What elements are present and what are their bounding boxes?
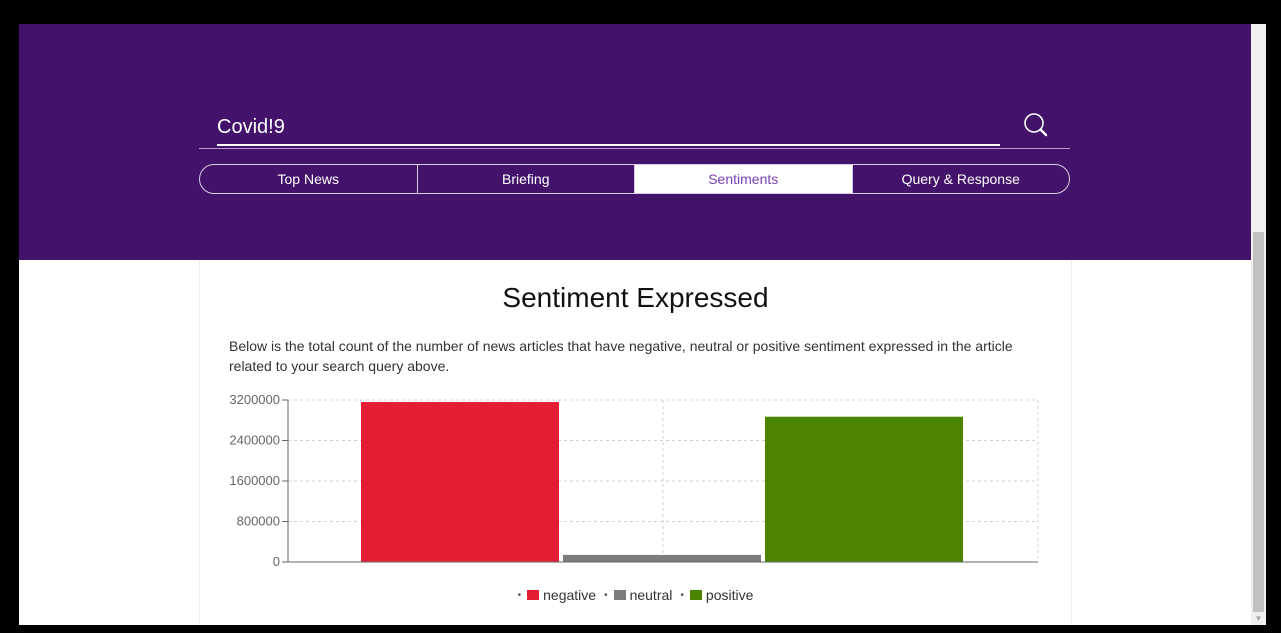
search-icon: [1024, 113, 1048, 137]
bar-positive: [765, 416, 963, 562]
search-input[interactable]: [217, 100, 1000, 146]
y-tick-label: 1600000: [229, 473, 280, 488]
tab-bar: Top News Briefing Sentiments Query & Respon…: [199, 164, 1070, 194]
section-description: Below is the total count of the number o…: [229, 338, 1013, 374]
tab-briefing[interactable]: Briefing: [418, 165, 635, 193]
sentiment-card: Sentiment Expressed Below is the total c…: [199, 260, 1072, 625]
y-tick-label: 800000: [237, 514, 280, 529]
legend-swatch: [613, 590, 626, 600]
legend-item-positive[interactable]: • positive: [680, 587, 753, 603]
y-tick-label: 0: [273, 554, 280, 569]
legend-item-negative[interactable]: • negative: [518, 587, 596, 603]
vertical-scrollbar[interactable]: ▼: [1251, 24, 1266, 625]
y-tick-label: 3200000: [229, 392, 280, 407]
legend-label: positive: [705, 587, 754, 603]
chart-legend: • negative • neutral • positive: [200, 587, 1071, 603]
scroll-down-arrow[interactable]: ▼: [1251, 614, 1266, 623]
legend-label: neutral: [629, 587, 673, 603]
scrollbar-thumb[interactable]: [1253, 232, 1264, 612]
legend-item-neutral[interactable]: • neutral: [604, 587, 672, 603]
page-viewport: Top NewsBriefingSentimentsQuery & Respon…: [19, 24, 1251, 625]
tab-top-news[interactable]: Top News: [200, 165, 418, 193]
section-title: Sentiment Expressed: [502, 282, 769, 313]
sentiment-bar-chart: 0 800000 1600000 2400000 3200000: [229, 392, 1039, 569]
legend-bullet: •: [680, 589, 684, 601]
tab-query-response[interactable]: Query & Response: [853, 165, 1070, 193]
bar-neutral: [563, 554, 761, 562]
y-tick-label: 2400000: [229, 433, 280, 448]
header-banner: Top NewsBriefingSentimentsQuery & Respon…: [19, 24, 1251, 260]
legend-swatch: [527, 590, 540, 600]
legend-swatch: [689, 590, 702, 600]
legend-bullet: •: [604, 589, 608, 601]
search-button[interactable]: [1021, 110, 1051, 140]
tab-sentiments[interactable]: Sentiments: [635, 165, 853, 193]
bar-negative: [361, 402, 559, 562]
legend-label: negative: [543, 587, 597, 603]
legend-bullet: •: [517, 589, 522, 601]
search-bar: [199, 100, 1070, 149]
